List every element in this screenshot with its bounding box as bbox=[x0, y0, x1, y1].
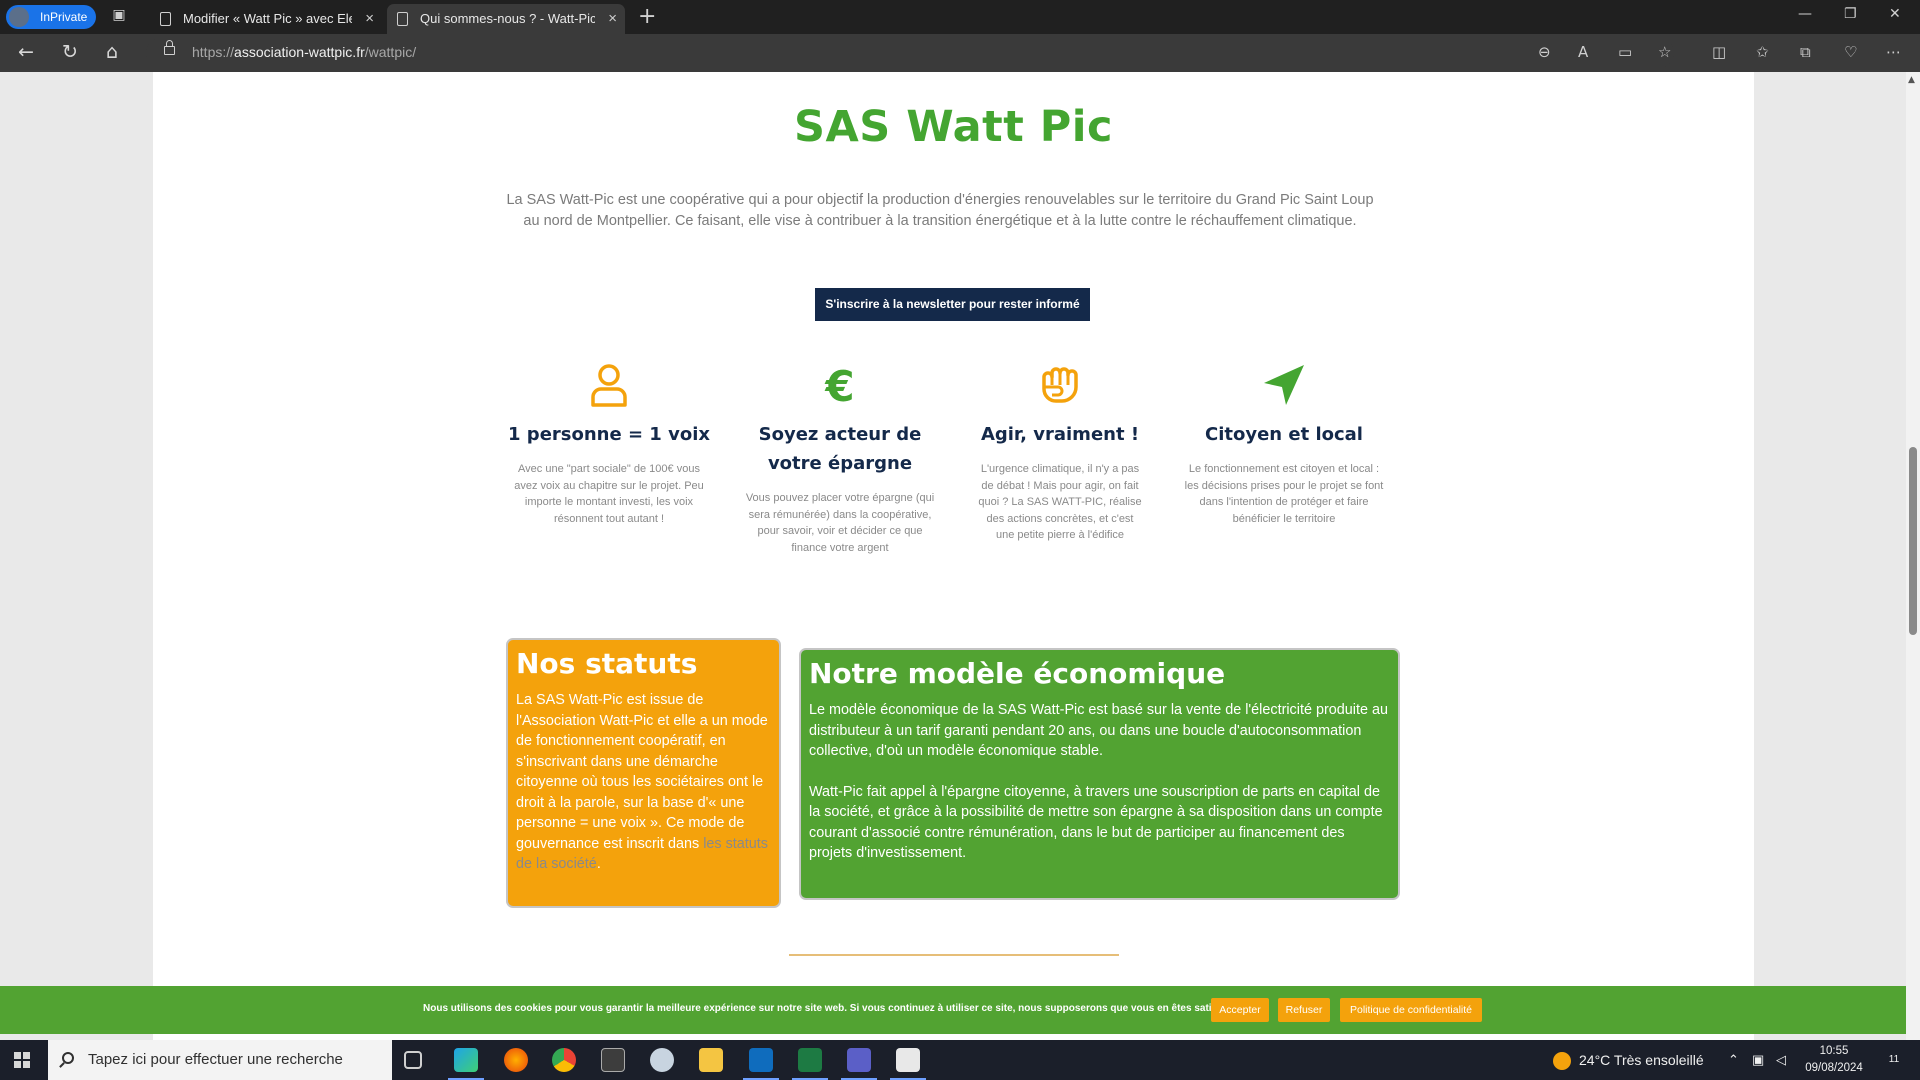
clock-time: 10:55 bbox=[1819, 1045, 1849, 1057]
calculator-icon[interactable] bbox=[601, 1048, 625, 1072]
favorites-icon[interactable]: ✩ bbox=[1756, 43, 1769, 61]
network-icon[interactable]: ▣ bbox=[1752, 1040, 1764, 1080]
modele-card: Notre modèle économique Le modèle économ… bbox=[799, 648, 1400, 900]
tab-label: Qui sommes-nous ? - Watt-Pic bbox=[420, 11, 595, 26]
app-icon[interactable] bbox=[650, 1048, 674, 1072]
user-icon bbox=[591, 364, 627, 407]
profile-avatar bbox=[9, 7, 29, 27]
newsletter-button[interactable]: S'inscrire à la newsletter pour rester i… bbox=[815, 288, 1090, 321]
scroll-thumb[interactable] bbox=[1909, 447, 1917, 635]
search-placeholder: Tapez ici pour effectuer une recherche bbox=[88, 1051, 343, 1068]
taskbar-search-input[interactable]: Tapez ici pour effectuer une recherche bbox=[48, 1040, 392, 1080]
browser-toolbar: ← ↻ ⌂ https://association-wattpic.fr/wat… bbox=[0, 34, 1920, 72]
close-window-icon[interactable]: ✕ bbox=[1889, 6, 1901, 22]
feature-title: Soyez acteur de votre épargne bbox=[758, 424, 922, 474]
outlook-icon[interactable] bbox=[743, 1048, 779, 1080]
page-content: SAS Watt Pic La SAS Watt-Pic est une coo… bbox=[153, 72, 1754, 1056]
inprivate-badge[interactable]: InPrivate bbox=[6, 5, 96, 29]
modele-paragraph-1: Le modèle économique de la SAS Watt-Pic … bbox=[809, 702, 1388, 759]
statuts-card: Nos statuts La SAS Watt-Pic est issue de… bbox=[506, 638, 781, 908]
close-tab-icon[interactable]: × bbox=[608, 4, 617, 34]
url-text[interactable]: https://association-wattpic.fr/wattpic/ bbox=[192, 44, 416, 60]
feature-title: Citoyen et local bbox=[1205, 424, 1363, 445]
page-scrollbar[interactable]: ▲ ▼ bbox=[1906, 72, 1920, 1056]
zoom-icon[interactable]: ⊖ bbox=[1538, 43, 1551, 61]
cookie-accept-button[interactable]: Accepter bbox=[1211, 998, 1269, 1022]
feature-desc: L'urgence climatique, il n'y a pas de dé… bbox=[978, 463, 1142, 541]
feature-title: 1 personne = 1 voix bbox=[508, 424, 710, 445]
tab-qui-sommes-nous[interactable]: Qui sommes-nous ? - Watt-Pic × bbox=[387, 4, 625, 34]
feature-vote: 1 personne = 1 voix Avec une "part socia… bbox=[499, 362, 719, 527]
back-icon[interactable]: ← bbox=[18, 41, 34, 63]
task-view-icon[interactable] bbox=[404, 1051, 422, 1069]
lock-icon[interactable] bbox=[164, 40, 175, 55]
chevron-up-icon[interactable]: ⌃ bbox=[1728, 1040, 1739, 1080]
volume-icon[interactable]: ◁ bbox=[1776, 1040, 1786, 1080]
intro-text: La SAS Watt-Pic est une coopérative qui … bbox=[506, 192, 1374, 229]
address-bar[interactable]: https://association-wattpic.fr/wattpic/ bbox=[146, 38, 1674, 68]
page-title: SAS Watt Pic bbox=[794, 102, 1113, 152]
web-viewport: SAS Watt Pic La SAS Watt-Pic est une coo… bbox=[0, 72, 1920, 1056]
more-menu-icon[interactable]: ⋯ bbox=[1886, 43, 1901, 61]
home-icon[interactable]: ⌂ bbox=[106, 41, 118, 63]
section-divider bbox=[789, 954, 1119, 956]
modele-title: Notre modèle économique bbox=[809, 657, 1226, 690]
windows-taskbar: Tapez ici pour effectuer une recherche 2… bbox=[0, 1040, 1920, 1080]
euro-icon: € bbox=[824, 363, 854, 407]
feature-epargne: € Soyez acteur de votre épargne Vous pou… bbox=[730, 362, 950, 556]
teams-icon[interactable] bbox=[841, 1048, 877, 1080]
page-icon bbox=[160, 12, 171, 26]
browser-tab-strip: InPrivate ▣ Modifier « Watt Pic » avec E… bbox=[0, 0, 1920, 34]
feature-citoyen: Citoyen et local Le fonctionnement est c… bbox=[1174, 362, 1394, 527]
feature-desc: Vous pouvez placer votre épargne (qui se… bbox=[745, 492, 935, 554]
weather-sun-icon bbox=[1553, 1052, 1571, 1071]
feature-desc: Avec une "part sociale" de 100€ vous ave… bbox=[514, 463, 704, 525]
statuts-title: Nos statuts bbox=[516, 647, 698, 680]
cookie-text: Nous utilisons des cookies pour vous gar… bbox=[423, 1003, 1235, 1014]
taskbar-clock[interactable]: 10:55 09/08/2024 bbox=[1800, 1043, 1868, 1077]
weather-widget[interactable]: 24°C Très ensoleillé bbox=[1553, 1040, 1704, 1080]
clock-date: 09/08/2024 bbox=[1805, 1062, 1863, 1074]
inprivate-label: InPrivate bbox=[40, 10, 88, 24]
firefox-icon[interactable] bbox=[504, 1048, 528, 1072]
modele-paragraph-2: Watt-Pic fait appel à l'épargne citoyenn… bbox=[809, 783, 1383, 862]
paper-plane-icon bbox=[1264, 365, 1304, 405]
weather-text: 24°C Très ensoleillé bbox=[1579, 1052, 1704, 1068]
search-icon bbox=[62, 1052, 74, 1064]
collections-icon[interactable]: ⧉ bbox=[1800, 43, 1811, 61]
page-icon bbox=[397, 12, 408, 26]
chrome-icon[interactable] bbox=[552, 1048, 576, 1072]
cookie-refuse-button[interactable]: Refuser bbox=[1278, 998, 1330, 1022]
browser-essentials-icon[interactable]: ♡ bbox=[1844, 43, 1857, 61]
cookie-policy-button[interactable]: Politique de confidentialité bbox=[1340, 998, 1482, 1022]
fist-icon bbox=[1042, 367, 1078, 403]
scroll-up-icon[interactable]: ▲ bbox=[1908, 75, 1915, 85]
immersive-reader-icon[interactable]: ▭ bbox=[1618, 43, 1632, 61]
windows-start-icon[interactable] bbox=[14, 1052, 30, 1068]
split-screen-icon[interactable]: ◫ bbox=[1712, 43, 1726, 61]
restore-icon[interactable]: ❐ bbox=[1844, 6, 1857, 22]
read-aloud-icon[interactable]: A bbox=[1578, 43, 1588, 61]
tab-actions-icon[interactable]: ▣ bbox=[110, 7, 128, 25]
refresh-icon[interactable]: ↻ bbox=[62, 41, 78, 63]
tab-modifier[interactable]: Modifier « Watt Pic » avec Eleme × bbox=[150, 4, 382, 34]
favorite-star-icon[interactable]: ☆ bbox=[1658, 43, 1671, 61]
edge-browser-icon[interactable] bbox=[448, 1048, 484, 1080]
cookie-banner: Nous utilisons des cookies pour vous gar… bbox=[0, 986, 1906, 1034]
new-tab-icon[interactable]: + bbox=[638, 4, 656, 30]
feature-desc: Le fonctionnement est citoyen et local :… bbox=[1184, 463, 1384, 525]
minimize-icon[interactable]: — bbox=[1798, 6, 1812, 22]
app-window-icon[interactable] bbox=[890, 1048, 926, 1080]
statuts-text: La SAS Watt-Pic est issue de l'Associati… bbox=[516, 692, 768, 872]
notifications-icon[interactable]: 11 bbox=[1880, 1040, 1908, 1080]
close-tab-icon[interactable]: × bbox=[365, 4, 374, 34]
file-explorer-icon[interactable] bbox=[699, 1048, 723, 1072]
svg-text:€: € bbox=[824, 363, 854, 407]
feature-agir: Agir, vraiment ! L'urgence climatique, i… bbox=[950, 362, 1170, 544]
tab-label: Modifier « Watt Pic » avec Eleme bbox=[183, 11, 352, 26]
feature-title: Agir, vraiment ! bbox=[980, 424, 1140, 445]
excel-icon[interactable] bbox=[792, 1048, 828, 1080]
